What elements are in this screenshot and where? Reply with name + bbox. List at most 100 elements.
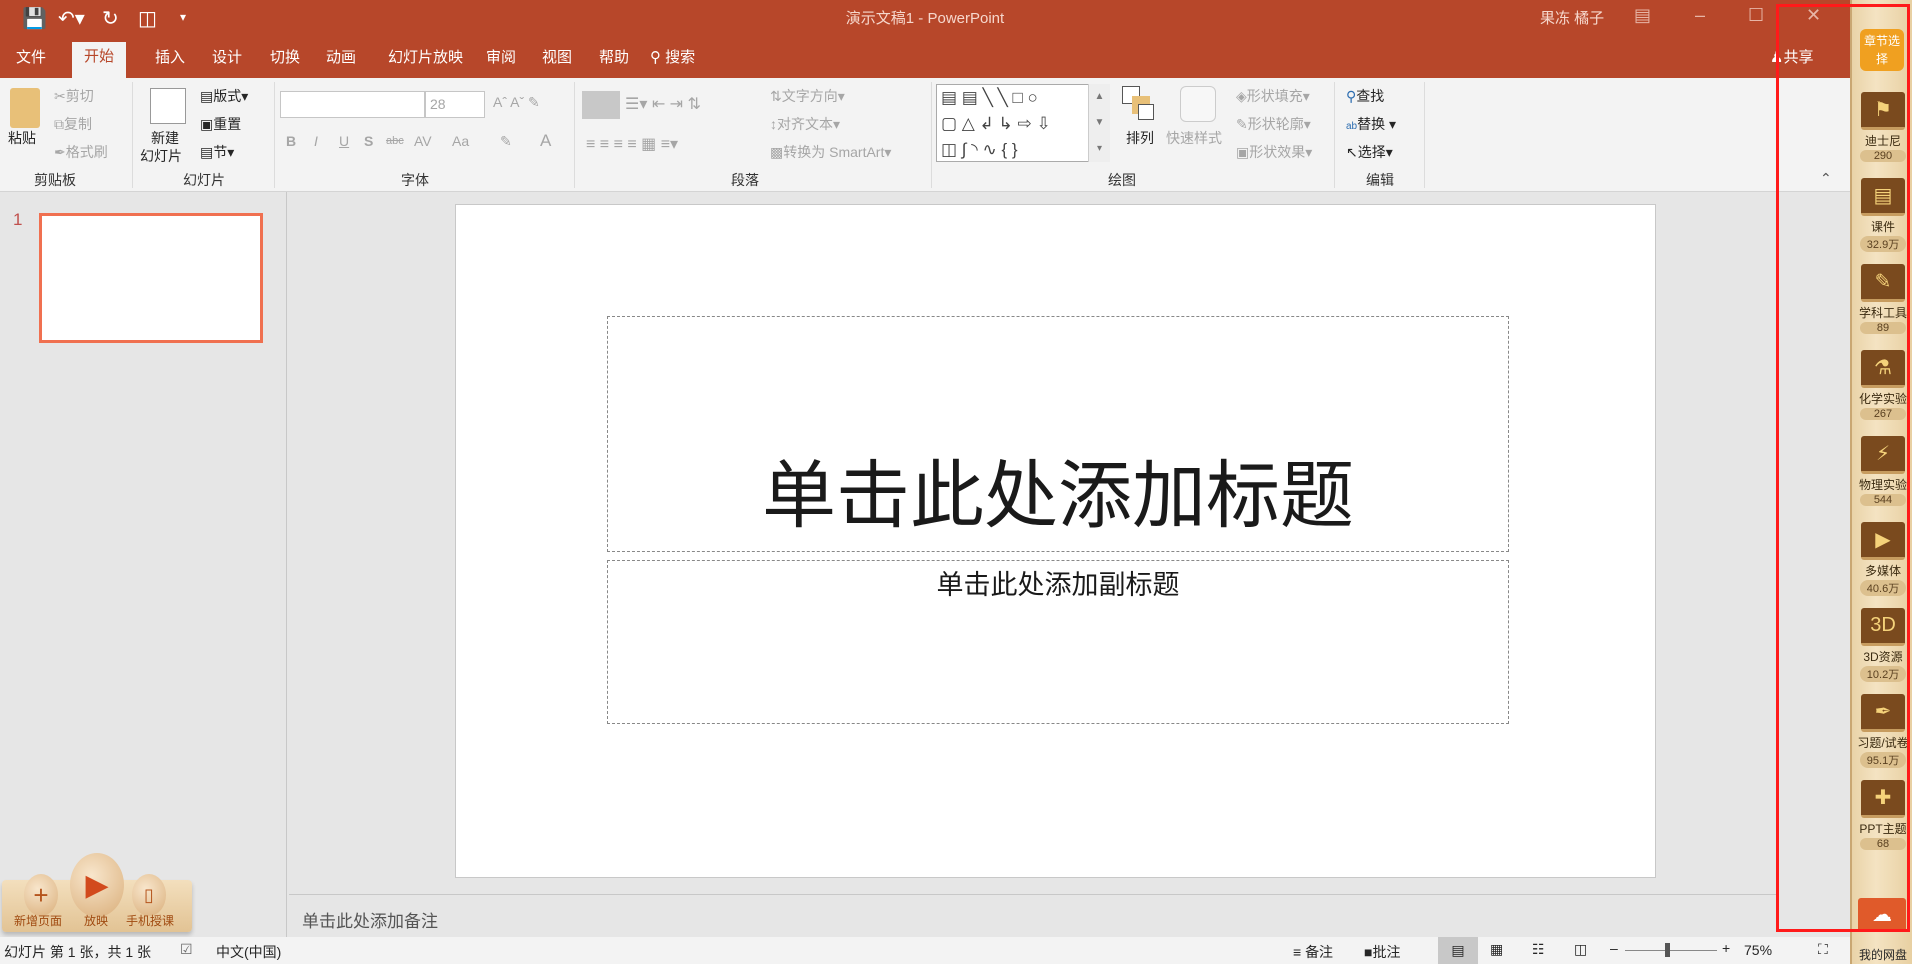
ribbon-display-icon[interactable]: ▤ bbox=[1634, 5, 1651, 26]
shape-outline-button[interactable]: ✎形状轮廓▾ bbox=[1236, 114, 1311, 134]
new-slide-icon[interactable] bbox=[150, 88, 186, 124]
slide-thumbnail[interactable] bbox=[39, 213, 263, 343]
notes-button[interactable]: ≡ 备注 bbox=[1293, 942, 1333, 962]
list-indent-icons[interactable]: ☰▾ ⇤ ⇥ ⇅ bbox=[625, 94, 701, 114]
quick-styles-icon[interactable] bbox=[1180, 86, 1216, 122]
section-button[interactable]: ▤节▾ bbox=[200, 142, 234, 162]
search-label: 搜索 bbox=[665, 49, 696, 66]
shapes-gallery[interactable]: ▤ ▤ ╲ ╲ □ ○ ▢ △ ↲ ↳ ⇨ ⇩ ◫ ∫ ◝ ∿ { } bbox=[936, 84, 1110, 162]
pen-icon: ✎ bbox=[1236, 116, 1248, 132]
notes-pane[interactable]: 单击此处添加备注 bbox=[289, 894, 1776, 937]
brush-icon: ✒ bbox=[54, 144, 66, 160]
mobile-teach-label[interactable]: 手机授课 bbox=[126, 912, 174, 929]
slide-count: 幻灯片 第 1 张，共 1 张 bbox=[4, 944, 152, 960]
gallery-scroll[interactable]: ▲ ▼ ▾ bbox=[1088, 84, 1110, 162]
highlight-box bbox=[1776, 4, 1910, 932]
underline-button[interactable]: U bbox=[339, 133, 349, 149]
section-icon: ▤ bbox=[200, 144, 214, 160]
tab-file[interactable]: 文件 bbox=[6, 48, 56, 78]
strikethrough-button[interactable]: abc bbox=[386, 135, 404, 147]
replace-button[interactable]: ab替换 ▾ bbox=[1346, 114, 1396, 134]
font-grow-shrink[interactable]: Aˆ Aˇ ✎ bbox=[493, 94, 540, 111]
normal-view-icon[interactable]: ▤ bbox=[1438, 937, 1478, 964]
tab-animations[interactable]: 动画 bbox=[316, 48, 366, 78]
tab-design[interactable]: 设计 bbox=[202, 48, 252, 78]
group-label-editing: 编辑 bbox=[1366, 172, 1394, 188]
tab-search[interactable]: ⚲ 搜索 bbox=[640, 48, 705, 78]
title-bar: 💾 ↶▾ ↻ ◫ ▾ 演示文稿1 - PowerPoint 果冻 橘子 ▤ – … bbox=[0, 0, 1850, 78]
align-text-icon: ↕ bbox=[770, 116, 777, 132]
scissors-icon: ✂ bbox=[54, 88, 66, 104]
zoom-level[interactable]: 75% bbox=[1744, 942, 1772, 958]
format-painter-button[interactable]: ✒格式刷 bbox=[54, 142, 108, 162]
new-slide-label-2[interactable]: 幻灯片 bbox=[140, 146, 182, 166]
group-label-clipboard: 剪贴板 bbox=[34, 172, 76, 188]
paste-icon[interactable] bbox=[10, 88, 40, 128]
maximize-icon[interactable]: ☐ bbox=[1748, 5, 1764, 26]
bold-button[interactable]: B bbox=[286, 133, 296, 149]
font-size-input[interactable]: 28 bbox=[425, 91, 485, 118]
zoom-in-button[interactable]: + bbox=[1722, 940, 1730, 956]
new-page-label[interactable]: 新增页面 bbox=[14, 912, 62, 929]
arrange-button[interactable]: 排列 bbox=[1126, 128, 1154, 148]
zoom-slider[interactable] bbox=[1625, 950, 1717, 951]
zoom-slider-thumb[interactable] bbox=[1664, 943, 1670, 957]
group-label-font: 字体 bbox=[401, 172, 429, 188]
shape-effects-button[interactable]: ▣形状效果▾ bbox=[1236, 142, 1312, 162]
font-name-input[interactable] bbox=[280, 91, 425, 118]
slide-sorter-icon[interactable]: ▦ bbox=[1490, 941, 1503, 958]
thumbnail-number: 1 bbox=[13, 210, 23, 229]
my-cloud-label[interactable]: 我的网盘 bbox=[1852, 946, 1912, 963]
quick-styles-button[interactable]: 快速样式 bbox=[1166, 128, 1222, 148]
change-case-button[interactable]: Aa bbox=[452, 133, 469, 149]
user-name[interactable]: 果冻 橘子 bbox=[1540, 7, 1604, 28]
zoom-out-button[interactable]: – bbox=[1610, 940, 1618, 956]
add-page-icon[interactable]: + bbox=[24, 874, 58, 916]
tab-insert[interactable]: 插入 bbox=[145, 48, 195, 78]
new-slide-label-1[interactable]: 新建 bbox=[151, 128, 179, 148]
bullets-icon[interactable] bbox=[582, 91, 620, 119]
notes-icon: ≡ bbox=[1293, 944, 1306, 960]
smartart-button[interactable]: ▩转换为 SmartArt▾ bbox=[770, 142, 891, 162]
cut-button[interactable]: ✂剪切 bbox=[54, 86, 94, 106]
tab-home[interactable]: 开始 bbox=[72, 42, 127, 78]
reset-button[interactable]: ▣重置 bbox=[200, 114, 241, 134]
subtitle-placeholder-text: 单击此处添加副标题 bbox=[936, 570, 1180, 600]
layout-button[interactable]: ▤版式▾ bbox=[200, 86, 248, 106]
tab-slideshow[interactable]: 幻灯片放映 bbox=[378, 48, 473, 78]
highlight-icon[interactable]: ✎ bbox=[500, 133, 512, 150]
tab-review[interactable]: 审阅 bbox=[476, 48, 526, 78]
tab-view[interactable]: 视图 bbox=[532, 48, 582, 78]
slide-canvas[interactable]: 单击此处添加标题 单击此处添加副标题 bbox=[455, 204, 1656, 878]
char-spacing-button[interactable]: AV bbox=[414, 133, 432, 149]
fit-to-window-icon[interactable]: ⛶ bbox=[1818, 941, 1828, 958]
align-icons[interactable]: ≡ ≡ ≡ ≡ ▦ ≡▾ bbox=[586, 134, 678, 154]
align-text-button[interactable]: ↕对齐文本▾ bbox=[770, 114, 840, 134]
reading-view-icon[interactable]: ☷ bbox=[1532, 941, 1545, 958]
play-icon[interactable]: ▶ bbox=[70, 853, 124, 917]
paint-bucket-icon: ◈ bbox=[1236, 88, 1247, 104]
group-label-slides: 幻灯片 bbox=[183, 172, 225, 188]
select-button[interactable]: ↖选择▾ bbox=[1346, 142, 1393, 162]
shape-fill-button[interactable]: ◈形状填充▾ bbox=[1236, 86, 1310, 106]
copy-button[interactable]: ⧉复制 bbox=[54, 114, 92, 134]
font-color-button[interactable]: A bbox=[540, 131, 551, 151]
subtitle-placeholder[interactable]: 单击此处添加副标题 bbox=[607, 560, 1509, 724]
effects-icon: ▣ bbox=[1236, 144, 1250, 160]
language-status[interactable]: 中文(中国) bbox=[216, 942, 281, 962]
comments-button[interactable]: ■批注 bbox=[1364, 942, 1400, 962]
title-placeholder[interactable]: 单击此处添加标题 bbox=[607, 316, 1509, 552]
find-button[interactable]: ⚲查找 bbox=[1346, 86, 1384, 106]
text-direction-button[interactable]: ⇅文字方向▾ bbox=[770, 86, 845, 106]
italic-button[interactable]: I bbox=[314, 133, 318, 149]
minimize-icon[interactable]: – bbox=[1695, 5, 1705, 26]
slideshow-view-icon[interactable]: ◫ bbox=[1574, 941, 1587, 958]
shadow-button[interactable]: S bbox=[364, 133, 373, 149]
paste-button[interactable]: 粘贴 bbox=[8, 128, 36, 148]
spellcheck-icon[interactable]: ☑ bbox=[180, 941, 193, 958]
arrange-icon[interactable] bbox=[1122, 86, 1156, 122]
tab-help[interactable]: 帮助 bbox=[589, 48, 639, 78]
tab-transitions[interactable]: 切换 bbox=[260, 48, 310, 78]
mobile-icon[interactable]: ▯ bbox=[132, 874, 166, 916]
play-label[interactable]: 放映 bbox=[84, 912, 108, 929]
